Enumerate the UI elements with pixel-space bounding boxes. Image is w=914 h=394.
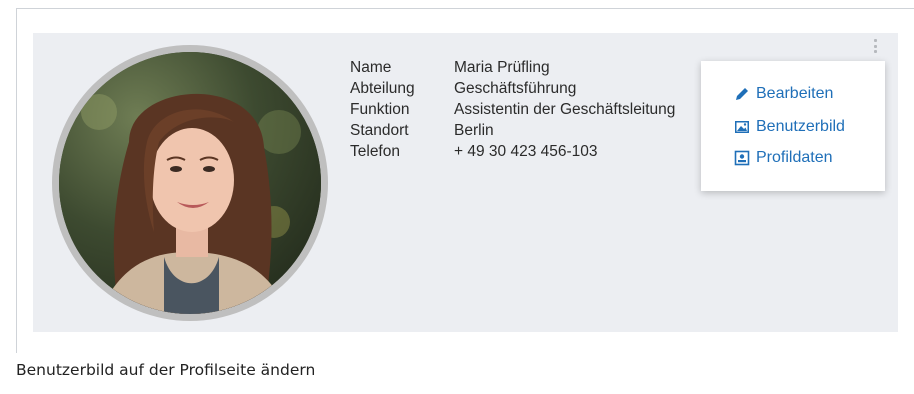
info-row-name: Name Maria Prüfling: [350, 57, 675, 78]
info-row-location: Standort Berlin: [350, 120, 675, 141]
info-row-phone: Telefon + 49 30 423 456-103: [350, 141, 675, 162]
menu-item-label: Benutzerbild: [756, 118, 845, 135]
menu-item-picture[interactable]: Benutzerbild: [734, 116, 845, 138]
info-label: Standort: [350, 122, 409, 139]
info-value: Maria Prüfling: [454, 59, 550, 76]
info-value: Berlin: [454, 122, 494, 139]
menu-item-label: Profildaten: [756, 149, 833, 166]
info-label: Name: [350, 59, 392, 76]
kebab-dot: [873, 44, 877, 48]
menu-item-profile-data[interactable]: Profildaten: [734, 147, 833, 169]
profile-info: Name Maria Prüfling Abteilung Geschäftsf…: [350, 57, 675, 162]
kebab-dot: [873, 39, 877, 42]
profile-photo: [59, 52, 321, 314]
info-row-department: Abteilung Geschäftsführung: [350, 78, 675, 99]
info-value: + 49 30 423 456-103: [454, 143, 598, 160]
menu-item-edit[interactable]: Bearbeiten: [734, 83, 833, 105]
info-value: Geschäftsführung: [454, 80, 577, 97]
image-icon: [735, 121, 749, 133]
info-label: Funktion: [350, 101, 410, 118]
portrait-illustration: [59, 52, 321, 314]
profile-picture: [52, 45, 328, 321]
menu-item-label: Bearbeiten: [756, 85, 834, 102]
info-label: Abteilung: [350, 80, 415, 97]
kebab-dot: [873, 50, 877, 53]
profile-context-menu: Bearbeiten Benutzerbild Profildaten: [701, 61, 885, 191]
profile-card-icon: [734, 150, 750, 166]
pencil-icon: [736, 88, 748, 100]
more-options-icon[interactable]: [873, 39, 877, 53]
info-value: Assistentin der Geschäftsleitung: [454, 101, 676, 118]
image-caption: Benutzerbild auf der Profilseite ändern: [16, 361, 316, 379]
info-row-function: Funktion Assistentin der Geschäftsleitun…: [350, 99, 675, 120]
info-label: Telefon: [350, 143, 400, 160]
avatar: [52, 45, 328, 321]
